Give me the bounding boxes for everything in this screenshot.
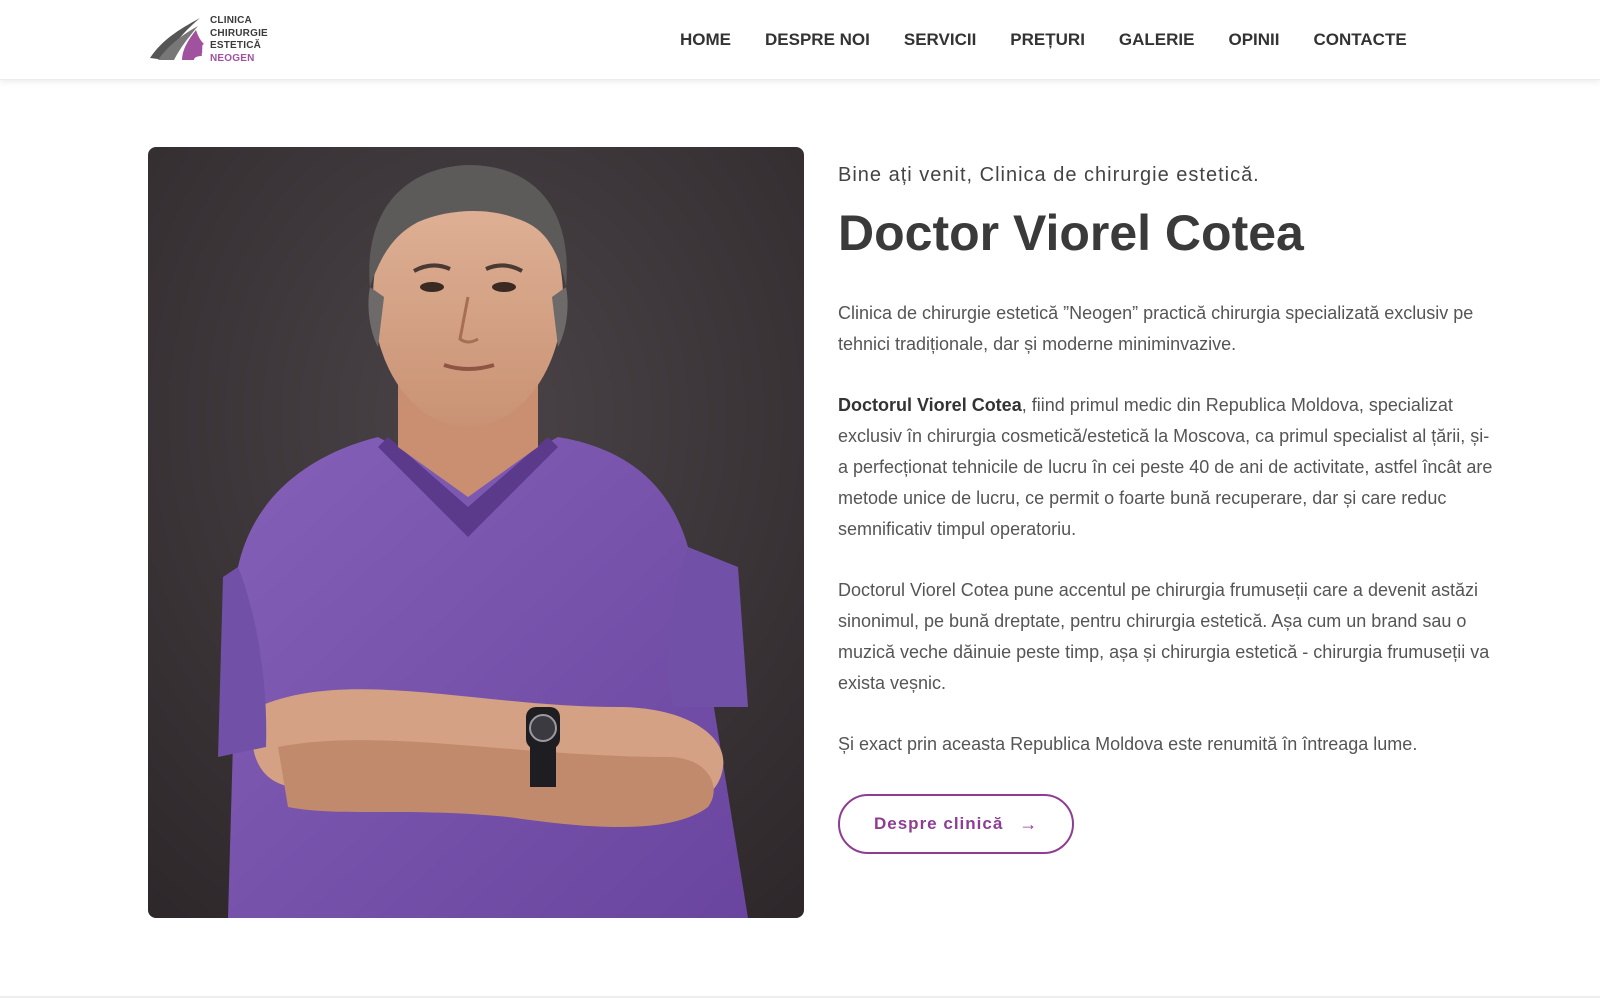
cta-label: Despre clinică: [874, 814, 1004, 833]
beauty-surgery-paragraph: Doctorul Viorel Cotea pune accentul pe c…: [838, 580, 1490, 693]
logo-line-accent: NEOGEN: [210, 52, 255, 64]
nav-item-galerie[interactable]: GALERIE: [1119, 30, 1195, 50]
main-nav: HOME DESPRE NOI SERVICII PREȚURI GALERIE…: [680, 0, 1407, 80]
logo-line: ESTETICĂ: [210, 40, 262, 51]
intro-paragraph: Clinica de chirurgie estetică ”Neogen” p…: [838, 303, 1474, 354]
page-title: Doctor Viorel Cotea: [838, 205, 1304, 261]
logo-face-icon: [150, 18, 204, 60]
nav-item-opinii[interactable]: OPINII: [1228, 30, 1279, 50]
arrow-right-icon: →: [1019, 813, 1039, 834]
clinic-logo[interactable]: CLINICA CHIRURGIE ESTETICĂ NEOGEN: [148, 14, 278, 66]
hero-content: Bine ați venit, Clinica de chirurgie est…: [838, 160, 1498, 854]
nav-item-preturi[interactable]: PREȚURI: [1010, 30, 1085, 50]
doctor-name-bold: Doctorul Viorel Cotea: [838, 395, 1022, 415]
doctor-bio-text: , fiind primul medic din Republica Moldo…: [838, 395, 1493, 539]
despre-clinica-button[interactable]: Despre clinică →: [838, 794, 1075, 854]
logo-wordmark: CLINICA CHIRURGIE ESTETICĂ NEOGEN: [210, 15, 268, 65]
logo-line: CLINICA: [210, 15, 252, 26]
nav-item-servicii[interactable]: SERVICII: [904, 30, 976, 50]
section-divider: [0, 996, 1600, 998]
hero-subtitle: Bine ați venit, Clinica de chirurgie est…: [838, 164, 1260, 186]
doctor-bio-paragraph: Doctorul Viorel Cotea, fiind primul medi…: [838, 390, 1498, 545]
doctor-photo: [148, 147, 804, 918]
logo-line: CHIRURGIE: [210, 27, 268, 39]
site-header: CLINICA CHIRURGIE ESTETICĂ NEOGEN HOME D…: [0, 0, 1600, 80]
nav-item-home[interactable]: HOME: [680, 30, 731, 50]
moldova-paragraph: Și exact prin aceasta Republica Moldova …: [838, 734, 1418, 754]
nav-item-contacte[interactable]: CONTACTE: [1314, 30, 1407, 50]
nav-item-despre-noi[interactable]: DESPRE NOI: [765, 30, 870, 50]
doctor-portrait-icon: [148, 147, 804, 918]
